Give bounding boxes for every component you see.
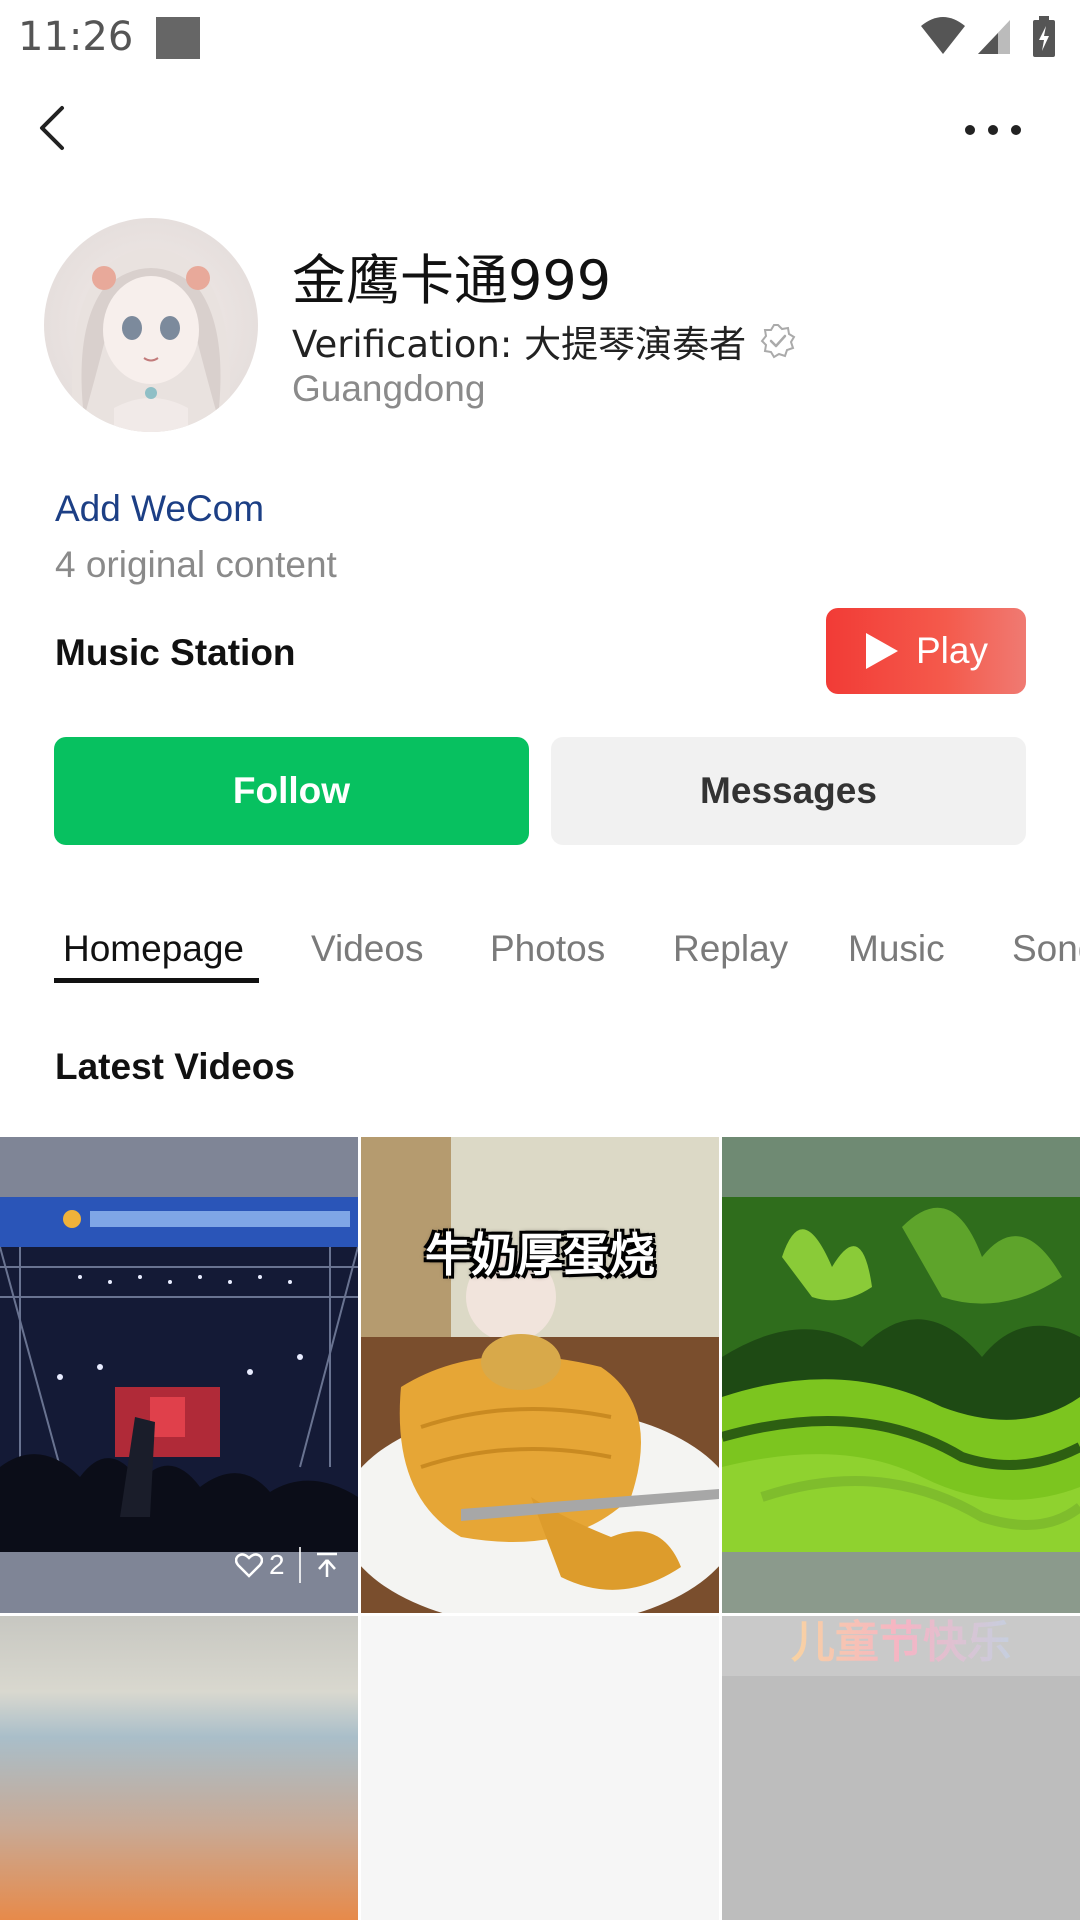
share-icon — [316, 1552, 337, 1577]
tab-replay[interactable]: Replay — [673, 928, 788, 970]
verified-badge-icon — [760, 324, 796, 359]
status-time: 11:26 — [18, 14, 134, 60]
latest-videos-grid: 2 牛奶厚蛋烧 儿童节快乐 — [0, 1137, 1080, 1920]
verification-line: Verification: 大提琴演奏者 — [292, 314, 796, 368]
music-station-title: Music Station — [55, 632, 296, 673]
stats-divider — [298, 1547, 301, 1583]
video-thumb-food[interactable]: 牛奶厚蛋烧 — [361, 1137, 719, 1613]
play-label: Play — [916, 630, 988, 671]
video-thumb-blank[interactable] — [361, 1616, 719, 1920]
video-caption: 牛奶厚蛋烧 — [425, 1228, 655, 1282]
tab-photos[interactable]: Photos — [490, 928, 605, 970]
video-stats: 2 — [235, 1547, 339, 1583]
more-dots-icon — [965, 125, 1021, 135]
tab-music[interactable]: Music — [848, 928, 945, 970]
like-count: 2 — [269, 1549, 285, 1580]
wifi-icon — [921, 17, 965, 54]
play-button[interactable]: Play — [826, 608, 1026, 694]
signal-icon — [978, 20, 1010, 54]
video-thumb-concert[interactable]: 2 — [0, 1137, 358, 1613]
back-button[interactable] — [28, 100, 78, 156]
tab-videos[interactable]: Videos — [311, 928, 423, 970]
profile-avatar[interactable] — [44, 218, 258, 432]
profile-name: 金鹰卡通999 — [292, 249, 612, 312]
profile-tabs: Homepage Videos Photos Replay Music Song… — [0, 920, 1080, 1000]
follow-button[interactable]: Follow — [54, 737, 529, 845]
heart-icon — [235, 1553, 263, 1578]
tab-songs[interactable]: Songs — [1012, 928, 1080, 970]
profile-region: Guangdong — [292, 368, 486, 409]
add-wecom-link[interactable]: Add WeCom — [55, 488, 264, 530]
notification-app-icon — [156, 17, 200, 59]
verification-text: Verification: 大提琴演奏者 — [292, 323, 747, 366]
latest-videos-title: Latest Videos — [55, 1046, 295, 1087]
status-icons — [920, 16, 1060, 60]
back-arrow-icon — [40, 106, 64, 150]
video-thumb-landscape[interactable] — [722, 1137, 1080, 1613]
play-triangle-icon — [866, 633, 898, 669]
video-caption: 儿童节快乐 — [722, 1616, 1080, 1670]
messages-button[interactable]: Messages — [551, 737, 1026, 845]
battery-icon — [1033, 16, 1055, 57]
video-thumb-festival[interactable]: 儿童节快乐 — [722, 1616, 1080, 1920]
more-options-button[interactable] — [958, 108, 1028, 152]
active-tab-indicator — [54, 978, 259, 983]
original-content-count[interactable]: 4 original content — [55, 544, 337, 586]
status-bar: 11:26 — [0, 0, 1080, 76]
video-thumb-sunset[interactable] — [0, 1616, 358, 1920]
tab-homepage[interactable]: Homepage — [63, 928, 244, 970]
